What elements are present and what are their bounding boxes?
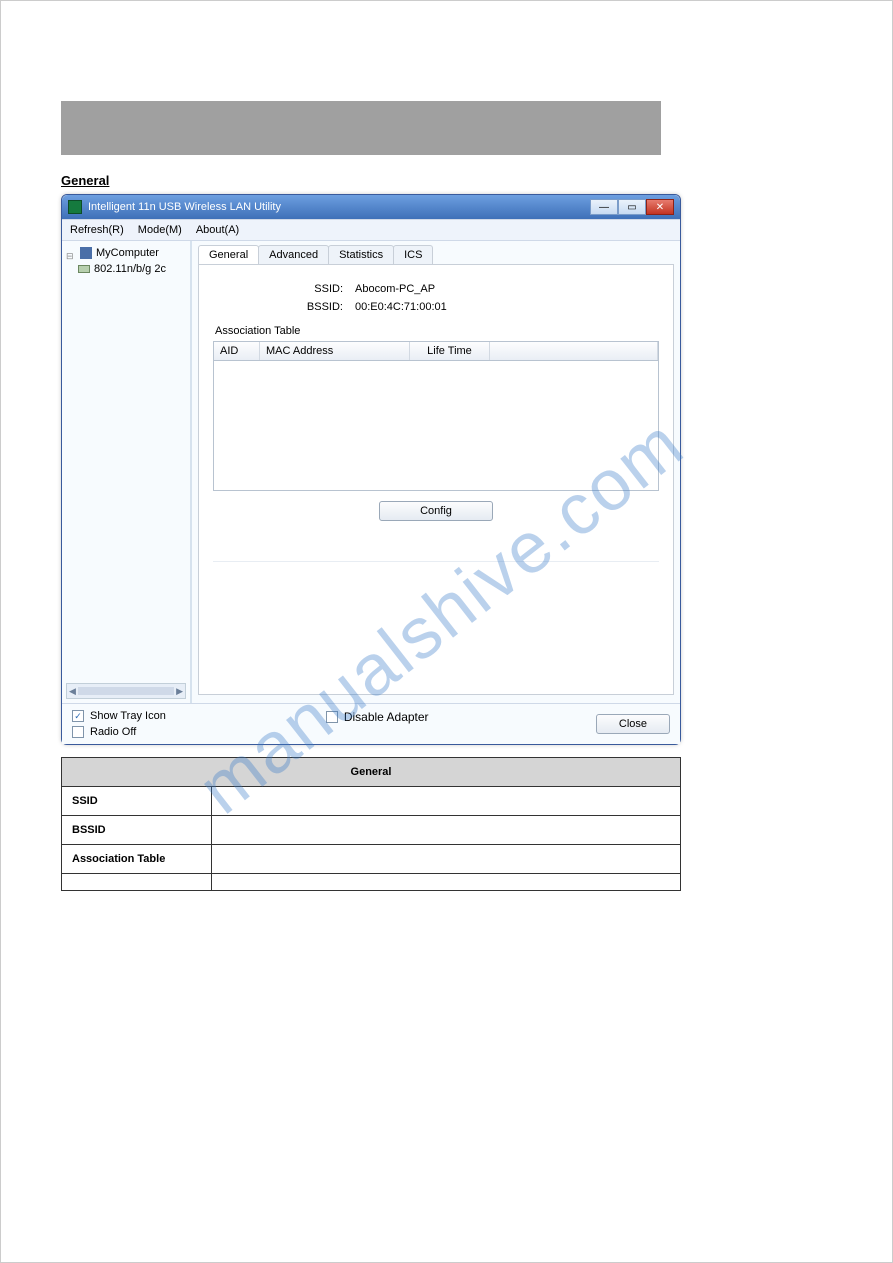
desc-row3-left: Association Table bbox=[62, 845, 212, 874]
col-life[interactable]: Life Time bbox=[410, 342, 490, 360]
computer-icon bbox=[80, 247, 92, 259]
bottom-bar: Show Tray Icon Radio Off Disable Adapter… bbox=[62, 703, 680, 744]
col-aid[interactable]: AID bbox=[214, 342, 260, 360]
adapter-icon bbox=[78, 265, 90, 273]
tree-child[interactable]: 802.11n/b/g 2c bbox=[78, 261, 186, 277]
desc-row1-left: SSID bbox=[62, 787, 212, 816]
close-btn-wrap: Close bbox=[596, 714, 670, 734]
description-table: General SSID BSSID Association Table bbox=[61, 757, 681, 891]
window-title: Intelligent 11n USB Wireless LAN Utility bbox=[88, 201, 590, 213]
disable-adapter-checkbox[interactable] bbox=[326, 711, 338, 723]
collapse-icon[interactable]: ⊟ bbox=[66, 248, 76, 258]
desc-row2-right bbox=[212, 816, 681, 845]
assoc-table-header: AID MAC Address Life Time bbox=[214, 342, 658, 361]
tab-strip: General Advanced Statistics ICS bbox=[198, 245, 674, 265]
ssid-value: Abocom-PC_AP bbox=[355, 283, 435, 295]
section-banner bbox=[61, 101, 661, 155]
tab-statistics[interactable]: Statistics bbox=[328, 245, 394, 264]
tab-general[interactable]: General bbox=[198, 245, 259, 264]
menu-mode[interactable]: Mode(M) bbox=[138, 224, 182, 236]
scroll-right-icon[interactable]: ▶ bbox=[176, 686, 183, 697]
scroll-left-icon[interactable]: ◀ bbox=[69, 686, 76, 697]
table-row: Association Table bbox=[62, 845, 681, 874]
show-tray-option[interactable]: Show Tray Icon bbox=[72, 710, 166, 722]
menu-about[interactable]: About(A) bbox=[196, 224, 239, 236]
menu-bar: Refresh(R) Mode(M) About(A) bbox=[62, 219, 680, 241]
content-area: General Advanced Statistics ICS SSID: Ab… bbox=[192, 241, 680, 703]
col-mac[interactable]: MAC Address bbox=[260, 342, 410, 360]
window-controls: — ▭ ✕ bbox=[590, 199, 674, 215]
device-tree: ⊟ MyComputer 802.11n/b/g 2c bbox=[66, 245, 186, 683]
tab-ics[interactable]: ICS bbox=[393, 245, 433, 264]
config-button[interactable]: Config bbox=[379, 501, 493, 521]
window-body: ⊟ MyComputer 802.11n/b/g 2c ◀ ▶ bbox=[62, 241, 680, 703]
tree-root[interactable]: ⊟ MyComputer bbox=[66, 245, 186, 261]
ssid-row: SSID: Abocom-PC_AP bbox=[283, 283, 659, 295]
bssid-label: BSSID: bbox=[283, 301, 343, 313]
panel-divider bbox=[213, 561, 659, 581]
tab-advanced[interactable]: Advanced bbox=[258, 245, 329, 264]
document-page: General Intelligent 11n USB Wireless LAN… bbox=[0, 0, 893, 1263]
radio-off-checkbox[interactable] bbox=[72, 726, 84, 738]
bssid-value: 00:E0:4C:71:00:01 bbox=[355, 301, 447, 313]
title-bar[interactable]: Intelligent 11n USB Wireless LAN Utility… bbox=[62, 195, 680, 219]
col-rest bbox=[490, 342, 658, 360]
radio-off-option[interactable]: Radio Off bbox=[72, 726, 166, 738]
tree-child-label: 802.11n/b/g 2c bbox=[94, 261, 166, 277]
bssid-row: BSSID: 00:E0:4C:71:00:01 bbox=[283, 301, 659, 313]
ssid-label: SSID: bbox=[283, 283, 343, 295]
table-row: BSSID bbox=[62, 816, 681, 845]
desc-row4-left bbox=[62, 874, 212, 891]
sidebar-scrollbar[interactable]: ◀ ▶ bbox=[66, 683, 186, 699]
left-checkbox-col: Show Tray Icon Radio Off bbox=[72, 710, 166, 738]
scroll-thumb[interactable] bbox=[78, 687, 174, 695]
tree-root-label: MyComputer bbox=[96, 245, 159, 261]
disable-adapter-label: Disable Adapter bbox=[344, 710, 429, 724]
maximize-button[interactable]: ▭ bbox=[618, 199, 646, 215]
show-tray-checkbox[interactable] bbox=[72, 710, 84, 722]
menu-refresh[interactable]: Refresh(R) bbox=[70, 224, 124, 236]
minimize-button[interactable]: — bbox=[590, 199, 618, 215]
show-tray-label: Show Tray Icon bbox=[90, 710, 166, 722]
desc-row3-right bbox=[212, 845, 681, 874]
app-window: Intelligent 11n USB Wireless LAN Utility… bbox=[61, 194, 681, 745]
table-row: SSID bbox=[62, 787, 681, 816]
table-row bbox=[62, 874, 681, 891]
desc-row4-right bbox=[212, 874, 681, 891]
assoc-table-label: Association Table bbox=[215, 325, 659, 337]
desc-row2-left: BSSID bbox=[62, 816, 212, 845]
disable-adapter-option[interactable]: Disable Adapter bbox=[326, 710, 429, 724]
close-button[interactable]: Close bbox=[596, 714, 670, 734]
general-heading: General bbox=[61, 173, 832, 188]
tree-sidebar: ⊟ MyComputer 802.11n/b/g 2c ◀ ▶ bbox=[62, 241, 192, 703]
desc-row1-right bbox=[212, 787, 681, 816]
app-icon bbox=[68, 200, 82, 214]
association-table: AID MAC Address Life Time bbox=[213, 341, 659, 491]
close-window-button[interactable]: ✕ bbox=[646, 199, 674, 215]
desc-header-row: General bbox=[62, 758, 681, 787]
general-tab-panel: SSID: Abocom-PC_AP BSSID: 00:E0:4C:71:00… bbox=[198, 265, 674, 695]
config-row: Config bbox=[213, 501, 659, 521]
desc-header-cell: General bbox=[62, 758, 681, 787]
radio-off-label: Radio Off bbox=[90, 726, 136, 738]
